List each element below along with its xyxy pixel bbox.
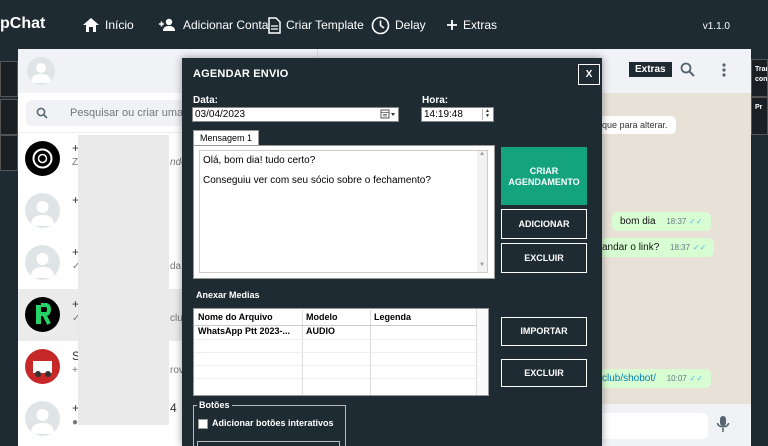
system-notice: que para alterar.	[594, 116, 676, 134]
read-ticks-icon: ✓✓	[689, 217, 703, 226]
home-icon	[83, 18, 99, 32]
left-strip-tab[interactable]	[0, 135, 18, 171]
buttons-subpanel	[197, 441, 340, 446]
left-strip-tab[interactable]	[0, 61, 18, 97]
column-header: Modelo	[306, 312, 338, 322]
message-bubble: andar o link? 18:37 ✓✓	[594, 238, 715, 257]
time-spinner-icon[interactable]: ▲ ▼	[482, 109, 492, 120]
message-scrollbar[interactable]: ▲ ▼	[477, 151, 487, 272]
time-picker[interactable]: 14:19:48 ▲ ▼	[421, 107, 494, 122]
media-table-header: Nome do Arquivo Modelo Legenda	[194, 312, 476, 325]
tab-mensagem-1[interactable]: Mensagem 1	[193, 130, 259, 145]
time-value: 14:19:48	[424, 109, 463, 120]
message-text: bom dia	[620, 216, 656, 227]
photo-avatar-icon	[25, 349, 60, 384]
row-divider	[194, 339, 476, 340]
media-file-name: WhatsApp Ptt 2023-...	[198, 326, 291, 336]
time-label: Hora:	[422, 95, 449, 106]
search-icon	[36, 107, 48, 119]
message-body: Olá, bom dia! tudo certo? Conseguiu ver …	[203, 155, 431, 187]
message-line: Olá, bom dia! tudo certo?	[203, 155, 316, 166]
menu-kebab-icon[interactable]	[720, 62, 728, 78]
media-model: AUDIO	[306, 326, 335, 336]
read-ticks-icon: ✓✓	[689, 374, 703, 383]
row-divider	[194, 365, 476, 366]
nav-adicionar-conta-label: Adicionar Conta	[183, 18, 269, 32]
message-time: 18:37	[670, 243, 691, 252]
plus-icon	[447, 20, 457, 30]
search-icon[interactable]	[680, 62, 695, 77]
default-avatar-icon	[25, 401, 60, 436]
extras-badge[interactable]: Extras	[629, 62, 672, 77]
redacted-area	[78, 135, 169, 425]
left-side-strip	[0, 49, 18, 446]
add-user-icon	[159, 18, 175, 31]
media-table-row[interactable]: WhatsApp Ptt 2023-... AUDIO	[194, 326, 476, 338]
nav-delay-label: Delay	[395, 18, 426, 32]
nav-inicio-label: Início	[105, 18, 134, 32]
row-divider	[194, 352, 476, 353]
message-text: andar o link?	[602, 242, 660, 253]
nav-extras-label: Extras	[463, 18, 498, 32]
calendar-dropdown-icon[interactable]	[380, 109, 396, 120]
delete-button[interactable]: EXCLUIR	[501, 243, 587, 273]
read-ticks-icon: ✓✓	[692, 243, 707, 252]
message-time: 18:37	[666, 217, 687, 226]
app-brand: pChat	[0, 15, 46, 32]
green-r-logo-icon	[25, 297, 60, 332]
create-schedule-button[interactable]: CRIAR AGENDAMENTO	[501, 147, 587, 205]
message-line: Conseguiu ver com seu sócio sobre o fech…	[203, 175, 431, 186]
message-time: 10:07	[666, 374, 687, 383]
date-picker[interactable]: 03/04/2023	[192, 107, 399, 122]
column-header: Nome do Arquivo	[198, 312, 273, 322]
date-value: 03/04/2023	[195, 109, 246, 120]
delete-media-button[interactable]: EXCLUIR	[501, 359, 587, 387]
row-divider	[194, 378, 476, 379]
buttons-fieldset: Botões Adicionar botões interativos	[193, 400, 346, 446]
row-divider	[194, 325, 476, 326]
top-bar: pChat Início Adicionar Conta Criar Templ…	[0, 0, 768, 49]
media-table: Nome do Arquivo Modelo Legenda WhatsApp …	[193, 308, 489, 396]
right-strip-button[interactable]: Pr	[751, 97, 768, 135]
nav-criar-template-label: Criar Template	[286, 18, 364, 32]
document-icon	[268, 16, 281, 34]
close-button[interactable]: X	[578, 64, 600, 85]
interactive-buttons-label[interactable]: Adicionar botões interativos	[212, 418, 334, 428]
default-avatar-icon	[25, 193, 60, 228]
default-avatar-icon	[25, 245, 60, 280]
profile-avatar[interactable]	[27, 57, 55, 85]
import-button[interactable]: IMPORTAR	[501, 317, 587, 346]
nav-inicio[interactable]: Início	[82, 15, 134, 35]
microphone-icon[interactable]	[716, 415, 730, 433]
left-strip-tab[interactable]	[0, 99, 18, 135]
add-button[interactable]: ADICIONAR	[501, 209, 587, 239]
media-section-label: Anexar Medias	[196, 290, 260, 300]
message-link[interactable]: club/shobot/	[602, 373, 656, 384]
app-version: v1.1.0	[702, 21, 730, 32]
nav-adicionar-conta[interactable]: Adicionar Conta	[158, 15, 268, 35]
dialog-title: AGENDAR ENVIO	[193, 68, 289, 80]
default-avatar-icon	[31, 63, 51, 83]
chat-preview: +	[72, 365, 78, 376]
interactive-buttons-checkbox[interactable]	[198, 419, 208, 429]
media-table-scrollbar[interactable]	[476, 309, 488, 395]
nav-delay[interactable]: Delay	[371, 15, 426, 35]
date-label: Data:	[193, 95, 219, 106]
chat-preview-tail: da	[170, 261, 182, 272]
openai-logo-icon	[25, 141, 60, 176]
message-textarea[interactable]: Olá, bom dia! tudo certo? Conseguiu ver …	[199, 150, 488, 273]
message-bubble: bom dia 18:37 ✓✓	[612, 212, 711, 231]
clock-icon	[371, 16, 390, 34]
schedule-dialog: AGENDAR ENVIO X Data: 03/04/2023 Hora: 1…	[182, 58, 602, 446]
right-side-strip: Trar con Pr	[751, 49, 768, 446]
column-header: Legenda	[374, 312, 412, 322]
buttons-section-label: Botões	[197, 400, 232, 410]
chat-name-tail: 4	[170, 401, 177, 415]
nav-extras[interactable]: Extras	[446, 15, 497, 35]
message-bubble: club/shobot/ 10:07 ✓✓	[594, 369, 711, 388]
nav-criar-template[interactable]: Criar Template	[268, 15, 364, 35]
right-strip-button[interactable]: Trar con	[751, 59, 768, 97]
message-editor: Olá, bom dia! tudo certo? Conseguiu ver …	[193, 145, 495, 279]
